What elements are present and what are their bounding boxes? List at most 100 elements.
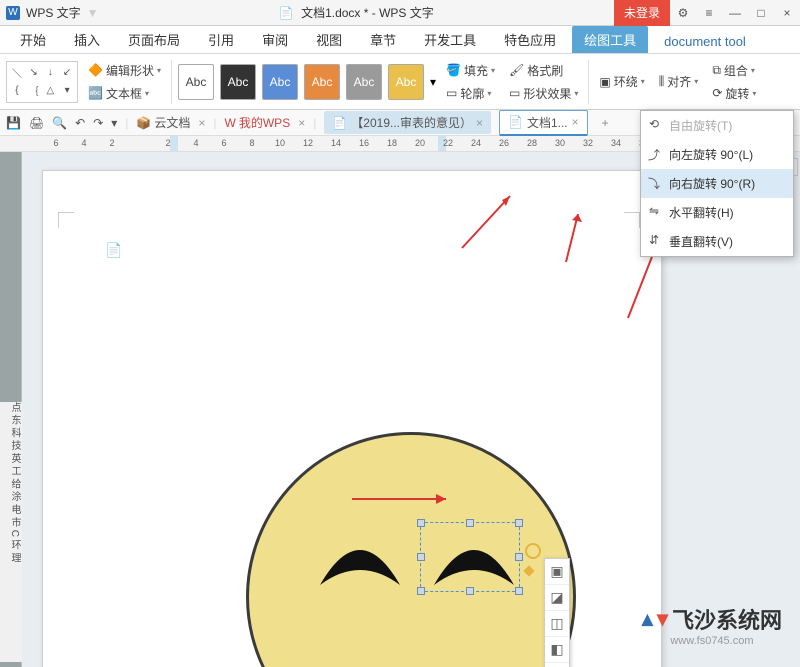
- rotate-dropdown: ⟲自由旋转(T) ⤴向左旋转 90°(L) ⤵向右旋转 90°(R) ⇋水平翻转…: [640, 110, 794, 257]
- annotation-arrow-1: [452, 188, 522, 263]
- tab-insert[interactable]: 插入: [62, 26, 112, 53]
- qat-preview[interactable]: 🔍: [52, 116, 67, 130]
- rotate-handle[interactable]: [525, 543, 541, 559]
- minimize-button[interactable]: —: [722, 0, 748, 26]
- wrap-button[interactable]: ▣ 环绕▾: [595, 71, 648, 92]
- ruler-mark: 30: [555, 138, 565, 148]
- app-name: WPS 文字: [26, 4, 81, 21]
- close-button[interactable]: ×: [774, 0, 800, 26]
- tab-review[interactable]: 审阅: [250, 26, 300, 53]
- dd-free-rotate[interactable]: ⟲自由旋转(T): [641, 111, 793, 140]
- ruler-mark: 8: [249, 138, 254, 148]
- wps-logo-icon: W: [6, 6, 20, 20]
- tab-chapter[interactable]: 章节: [358, 26, 408, 53]
- handle-tr[interactable]: [515, 519, 523, 527]
- mywps-button[interactable]: W 我的WPS: [225, 114, 291, 131]
- dd-flip-horizontal[interactable]: ⇋水平翻转(H): [641, 198, 793, 227]
- format-painter-button[interactable]: 🖌 格式刷: [505, 60, 582, 81]
- ruler-mark: 12: [303, 138, 313, 148]
- doc1-close[interactable]: ×: [476, 116, 483, 130]
- ruler-mark: 18: [387, 138, 397, 148]
- tab-devtools[interactable]: 开发工具: [412, 26, 488, 53]
- ruler-mark: 2: [165, 138, 170, 148]
- ruler-mark: 24: [471, 138, 481, 148]
- ribbon-body: ＼↘↓↙ {｛△▾ 🔶 编辑形状 ▾ 🔤 文本框 ▾ Abc Abc Abc A…: [0, 54, 800, 110]
- tab-pagelayout[interactable]: 页面布局: [116, 26, 192, 53]
- tab-special[interactable]: 特色应用: [492, 26, 568, 53]
- shape-effect-button[interactable]: ▭ 形状效果 ▾: [505, 83, 582, 104]
- tab-document-tool[interactable]: document tool: [652, 30, 758, 53]
- settings-icon[interactable]: ⚙: [670, 0, 696, 26]
- margin-corner-tl: [58, 212, 74, 228]
- watermark: ▴▾飞沙系统网 www.fs0745.com: [642, 603, 782, 647]
- ft-shadow-icon[interactable]: ◧: [545, 637, 569, 663]
- style-5[interactable]: Abc: [388, 64, 424, 100]
- style-2[interactable]: Abc: [262, 64, 298, 100]
- qat-save[interactable]: 💾: [6, 116, 21, 130]
- rotate-button[interactable]: ⟳ 旋转▾: [708, 83, 760, 104]
- tab-reference[interactable]: 引用: [196, 26, 246, 53]
- maximize-button[interactable]: □: [748, 0, 774, 26]
- style-0[interactable]: Abc: [178, 64, 214, 100]
- ruler-mark: 22: [443, 138, 453, 148]
- cloud-close[interactable]: ×: [198, 116, 205, 130]
- ruler-mark: 26: [499, 138, 509, 148]
- ruler-mark: 6: [53, 138, 58, 148]
- file-title: 文档1.docx * - WPS 文字: [301, 6, 434, 20]
- ruler-mark: 28: [527, 138, 537, 148]
- shape-gallery[interactable]: ＼↘↓↙ {｛△▾: [6, 61, 78, 103]
- doc-icon: 📄: [279, 6, 294, 20]
- qat-redo[interactable]: ↷: [93, 116, 103, 130]
- group-button[interactable]: ⧉ 组合▾: [708, 60, 760, 81]
- handle-br[interactable]: [515, 587, 523, 595]
- doc2-close[interactable]: ×: [572, 115, 579, 129]
- flip-h-icon: ⇋: [647, 204, 661, 218]
- ruler-mark: 10: [275, 138, 285, 148]
- smiley-eye-left: [315, 535, 405, 590]
- ribbon-tabs: 开始 插入 页面布局 引用 审阅 视图 章节 开发工具 特色应用 绘图工具 do…: [0, 26, 800, 54]
- tab-drawing[interactable]: 绘图工具: [572, 26, 648, 53]
- dd-rotate-left[interactable]: ⤴向左旋转 90°(L): [641, 140, 793, 169]
- login-badge[interactable]: 未登录: [614, 0, 670, 26]
- ruler-mark: 20: [415, 138, 425, 148]
- style-more[interactable]: ▾: [430, 75, 436, 89]
- style-4[interactable]: Abc: [346, 64, 382, 100]
- tab-view[interactable]: 视图: [304, 26, 354, 53]
- style-3[interactable]: Abc: [304, 64, 340, 100]
- doc-tab-2[interactable]: 📄 文档1... ×: [499, 110, 588, 136]
- menu-icon[interactable]: ≡: [696, 0, 722, 26]
- align-button[interactable]: ⫼ 对齐▾: [655, 71, 703, 92]
- dd-rotate-right[interactable]: ⤵向右旋转 90°(R): [641, 169, 793, 198]
- ruler-mark: 2: [109, 138, 114, 148]
- cloud-doc-button[interactable]: 📦 云文档: [136, 114, 190, 131]
- doc-tab-1[interactable]: 📄 【2019...审表的意见） ×: [324, 111, 491, 134]
- ruler-mark: 6: [221, 138, 226, 148]
- qat-undo[interactable]: ↶: [75, 116, 85, 130]
- handle-t[interactable]: [466, 519, 474, 527]
- qat-print[interactable]: 🖨: [29, 116, 44, 130]
- textbox-button[interactable]: 🔤 文本框 ▾: [84, 83, 165, 104]
- new-tab-button[interactable]: +: [596, 116, 615, 130]
- handle-b[interactable]: [466, 587, 474, 595]
- mywps-close[interactable]: ×: [298, 116, 305, 130]
- ft-wrap-icon[interactable]: ▣: [545, 559, 569, 585]
- rotate-left-icon: ⤴: [647, 146, 661, 163]
- annotation-arrow-4: [348, 490, 458, 513]
- annotation-arrow-2: [552, 208, 592, 273]
- handle-r[interactable]: [515, 553, 523, 561]
- selection-box[interactable]: [420, 522, 520, 592]
- dd-flip-vertical[interactable]: ⇵垂直翻转(V): [641, 227, 793, 256]
- ft-line-icon[interactable]: ◫: [545, 611, 569, 637]
- flip-v-icon: ⇵: [647, 233, 661, 247]
- ft-effect-icon[interactable]: ◨: [545, 663, 569, 667]
- fill-button[interactable]: 🪣 填充 ▾: [442, 60, 499, 81]
- qat-more[interactable]: ▾: [111, 116, 117, 130]
- edit-shape-button[interactable]: 🔶 编辑形状 ▾: [84, 60, 165, 81]
- handle-tl[interactable]: [417, 519, 425, 527]
- handle-bl[interactable]: [417, 587, 425, 595]
- tab-start[interactable]: 开始: [8, 26, 58, 53]
- ft-fill-icon[interactable]: ◪: [545, 585, 569, 611]
- handle-l[interactable]: [417, 553, 425, 561]
- outline-button[interactable]: ▭ 轮廓 ▾: [442, 83, 499, 104]
- style-1[interactable]: Abc: [220, 64, 256, 100]
